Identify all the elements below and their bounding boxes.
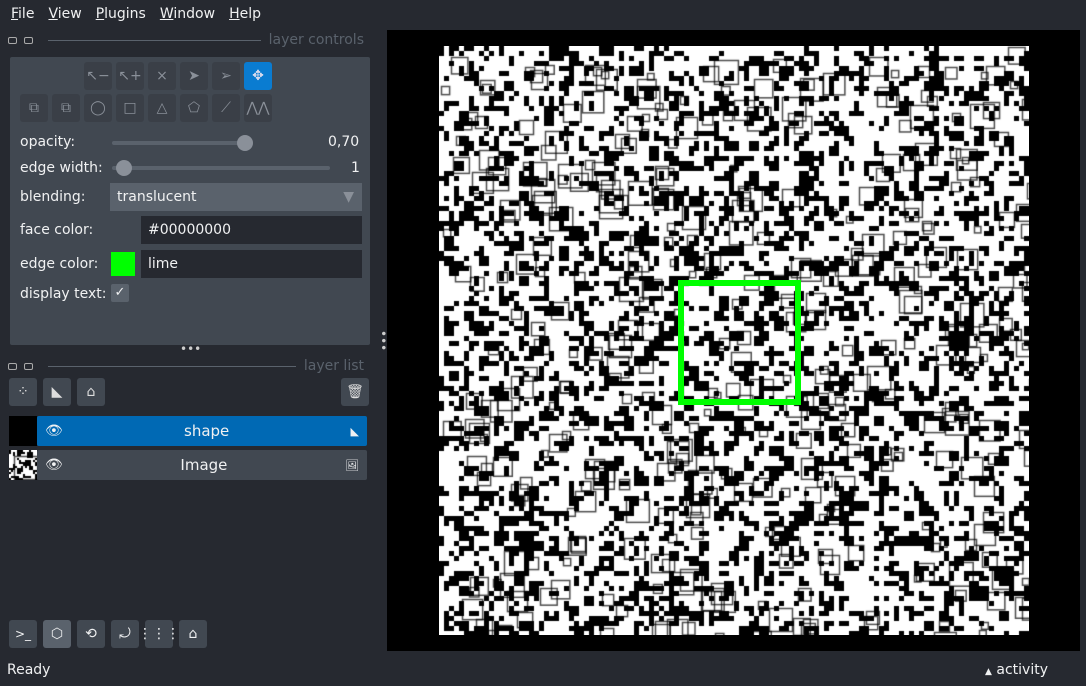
move-front-button[interactable]: ⧉ bbox=[52, 94, 80, 122]
move-back-button[interactable]: ⧉ bbox=[20, 94, 48, 122]
cube-icon: ⬡ bbox=[50, 626, 64, 642]
edge-color-input[interactable]: lime bbox=[141, 250, 362, 278]
ellipse-button[interactable]: ◯ bbox=[84, 94, 112, 122]
display-text-label: display text: bbox=[20, 286, 107, 302]
shapes-icon: ◣ bbox=[51, 384, 63, 400]
float-icon[interactable] bbox=[8, 36, 17, 44]
ellipse-icon: ◯ bbox=[90, 100, 106, 116]
layer-controls-header: layer controls bbox=[8, 31, 364, 49]
close-panel-icon[interactable] bbox=[24, 362, 33, 370]
pan-zoom-button[interactable]: ✥ bbox=[244, 62, 272, 90]
remove-vertex-button[interactable]: ↖− bbox=[84, 62, 112, 90]
delete-shape-button[interactable]: × bbox=[148, 62, 176, 90]
face-color-label: face color: bbox=[20, 222, 94, 238]
menu-plugins[interactable]: Plugins bbox=[89, 6, 153, 22]
layer-thumbnail bbox=[9, 416, 37, 446]
points-icon: ⁘ bbox=[17, 384, 29, 400]
toggle-3d-button[interactable]: ⬡ bbox=[43, 620, 71, 648]
slider-handle[interactable] bbox=[116, 160, 132, 176]
transpose-button[interactable]: ⤾ bbox=[111, 620, 139, 648]
new-labels-layer-button[interactable]: ⌂ bbox=[77, 378, 105, 406]
polygon-triangle-button[interactable]: △ bbox=[148, 94, 176, 122]
status-text: Ready bbox=[7, 662, 51, 678]
display-text-checkbox[interactable]: ✓ bbox=[111, 284, 129, 302]
panel-title: layer list bbox=[303, 358, 364, 374]
opacity-value: 0,70 bbox=[328, 134, 360, 150]
new-shapes-layer-button[interactable]: ◣ bbox=[43, 378, 71, 406]
eye-icon[interactable]: 👁 bbox=[45, 423, 63, 439]
layer-controls-panel: ↖− ↖+ × ➤ ➢ ✥ ⧉ ⧉ ◯ □ △ ⬠ ⟋ ⋀⋀ opacity: … bbox=[10, 57, 370, 345]
menu-view[interactable]: View bbox=[41, 6, 88, 22]
path-button[interactable]: ⋀⋀ bbox=[244, 94, 272, 122]
edge-width-slider[interactable] bbox=[112, 160, 330, 176]
rotate-cube-icon: ⟲ bbox=[85, 626, 97, 642]
edge-color-swatch[interactable] bbox=[111, 252, 135, 276]
transpose-icon: ⤾ bbox=[119, 626, 131, 642]
polygon-lasso-button[interactable]: ⬠ bbox=[180, 94, 208, 122]
blending-value: translucent bbox=[117, 189, 197, 205]
add-vertex-icon: ↖+ bbox=[118, 68, 142, 84]
menu-help[interactable]: Help bbox=[222, 6, 268, 22]
eye-icon[interactable]: 👁 bbox=[45, 457, 63, 473]
panel-title: layer controls bbox=[268, 32, 364, 48]
activity-button[interactable]: ▲ activity bbox=[985, 662, 1048, 678]
triangle-icon: △ bbox=[156, 100, 168, 116]
rectangle-icon: □ bbox=[123, 100, 137, 116]
menu-file[interactable]: File bbox=[4, 6, 41, 22]
home-icon: ⌂ bbox=[188, 626, 198, 642]
opacity-label: opacity: bbox=[20, 134, 76, 150]
console-button[interactable]: >_ bbox=[9, 620, 37, 648]
chevron-up-icon: ▲ bbox=[985, 667, 992, 677]
delete-layer-button[interactable]: 🗑 bbox=[341, 378, 369, 406]
layer-thumbnail bbox=[9, 450, 37, 480]
new-points-layer-button[interactable]: ⁘ bbox=[9, 378, 37, 406]
edge-width-value: 1 bbox=[351, 160, 360, 176]
viewer-canvas[interactable] bbox=[387, 30, 1080, 651]
direct-select-button[interactable]: ➢ bbox=[212, 62, 240, 90]
slider-handle[interactable] bbox=[237, 135, 253, 151]
line-button[interactable]: ⟋ bbox=[212, 94, 240, 122]
chevron-down-icon: ▼ bbox=[343, 189, 354, 205]
image-icon: 🖼 bbox=[345, 458, 359, 472]
close-icon: × bbox=[156, 68, 168, 84]
menu-window[interactable]: Window bbox=[153, 6, 222, 22]
blending-dropdown[interactable]: translucent ▼ bbox=[110, 183, 362, 211]
move-back-icon: ⧉ bbox=[29, 100, 39, 116]
select-button[interactable]: ➤ bbox=[180, 62, 208, 90]
layer-name: Image bbox=[180, 456, 228, 474]
grid-icon: ⋮⋮⋮ bbox=[138, 626, 180, 642]
home-button[interactable]: ⌂ bbox=[179, 620, 207, 648]
add-vertex-button[interactable]: ↖+ bbox=[116, 62, 144, 90]
edge-width-label: edge width: bbox=[20, 160, 103, 176]
remove-vertex-icon: ↖− bbox=[86, 68, 110, 84]
edge-color-label: edge color: bbox=[20, 256, 99, 272]
menubar: File View Plugins Window Help bbox=[0, 0, 1086, 28]
rectangle-shape[interactable] bbox=[678, 280, 801, 405]
rectangle-button[interactable]: □ bbox=[116, 94, 144, 122]
shapes-icon: ◣ bbox=[350, 424, 359, 438]
float-icon[interactable] bbox=[8, 362, 17, 370]
polygon-icon: ⬠ bbox=[187, 100, 201, 116]
roll-dims-button[interactable]: ⟲ bbox=[77, 620, 105, 648]
console-icon: >_ bbox=[14, 627, 32, 641]
tag-icon: ⌂ bbox=[86, 384, 96, 400]
layer-item-image[interactable]: 👁 Image 🖼 bbox=[37, 450, 367, 480]
layer-item-shape[interactable]: 👁 shape ◣ bbox=[37, 416, 367, 446]
line-icon: ⟋ bbox=[221, 100, 231, 116]
face-color-input[interactable]: #00000000 bbox=[141, 216, 362, 244]
close-panel-icon[interactable] bbox=[24, 36, 33, 44]
activity-label: activity bbox=[996, 662, 1048, 678]
grid-button[interactable]: ⋮⋮⋮ bbox=[138, 620, 180, 648]
opacity-slider[interactable] bbox=[112, 135, 253, 151]
arrow-filled-icon: ➤ bbox=[188, 68, 200, 84]
move-front-icon: ⧉ bbox=[61, 100, 71, 116]
arrow-outline-icon: ➢ bbox=[220, 68, 232, 84]
path-icon: ⋀⋀ bbox=[246, 100, 270, 116]
layer-name: shape bbox=[184, 422, 230, 440]
move-icon: ✥ bbox=[252, 68, 264, 84]
splitter-handle[interactable]: ••• bbox=[180, 342, 201, 356]
blending-label: blending: bbox=[20, 189, 86, 205]
layer-list-header: layer list bbox=[8, 357, 364, 375]
trash-icon: 🗑 bbox=[346, 384, 364, 400]
